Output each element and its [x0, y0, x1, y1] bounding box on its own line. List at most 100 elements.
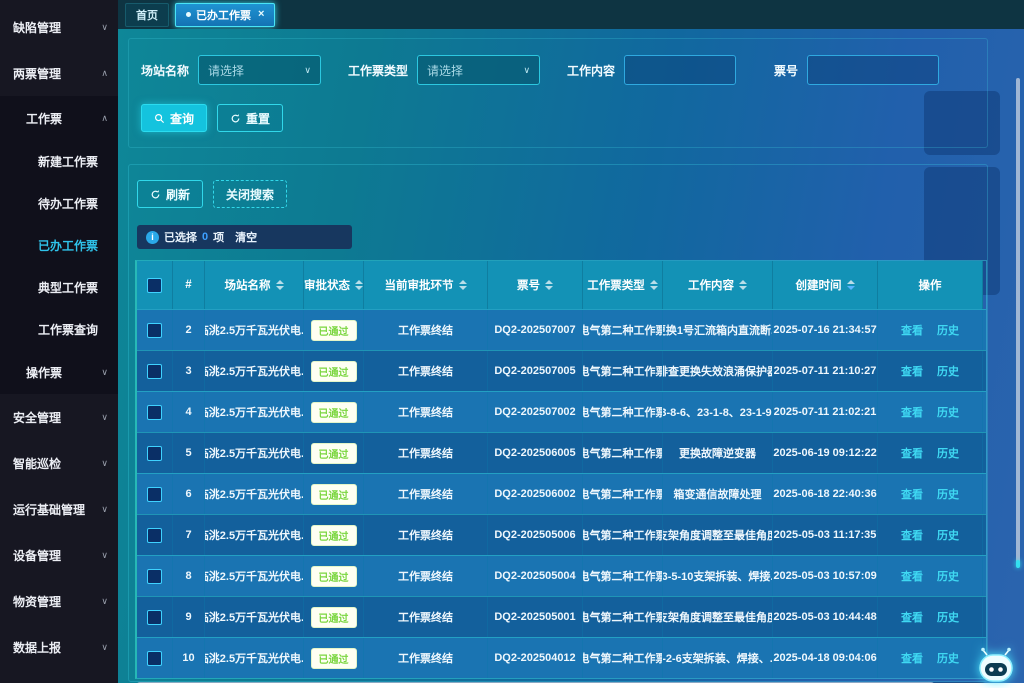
sidebar-item-设备管理[interactable]: 设备管理∨: [0, 532, 118, 578]
view-link[interactable]: 查看: [901, 445, 923, 461]
sidebar-item-数据上报[interactable]: 数据上报∨: [0, 624, 118, 670]
column-header-工作内容[interactable]: 工作内容: [663, 261, 773, 309]
history-link[interactable]: 历史: [937, 527, 959, 543]
sidebar-item-工作票[interactable]: 工作票∧: [0, 96, 118, 140]
row-index: 9: [173, 597, 205, 637]
history-link[interactable]: 历史: [937, 445, 959, 461]
sort-icon[interactable]: [650, 280, 658, 290]
status-badge: 已通过: [311, 484, 357, 505]
tab-dot-icon: [186, 12, 191, 17]
select-all-checkbox[interactable]: [147, 278, 162, 293]
column-header-审批状态[interactable]: 审批状态: [304, 261, 364, 309]
chevron-down-icon: ∨: [101, 367, 108, 378]
sidebar-item-安全管理[interactable]: 安全管理∨: [0, 394, 118, 440]
created-time: 2025-05-03 11:17:35: [773, 515, 878, 555]
sort-icon[interactable]: [355, 280, 363, 290]
status-badge: 已通过: [311, 648, 357, 669]
view-link[interactable]: 查看: [901, 650, 923, 666]
table-row[interactable]: 5临洮2.5万千瓦光伏电...已通过工作票终结DQ2-202506005电气第二…: [137, 432, 986, 473]
query-button[interactable]: 查询: [141, 104, 207, 132]
station-select[interactable]: 请选择 ∨: [198, 55, 321, 85]
ticket-type: 电气第二种工作票: [583, 310, 663, 350]
sidebar-item-新建工作票[interactable]: 新建工作票: [0, 140, 118, 182]
vertical-scrollbar-thumb[interactable]: [1016, 78, 1020, 566]
history-link[interactable]: 历史: [937, 609, 959, 625]
table-row[interactable]: 9临洮2.5万千瓦光伏电...已通过工作票终结DQ2-202505001电气第二…: [137, 596, 986, 637]
history-link[interactable]: 历史: [937, 568, 959, 584]
view-link[interactable]: 查看: [901, 363, 923, 379]
view-link[interactable]: 查看: [901, 404, 923, 420]
table-row[interactable]: 6临洮2.5万千瓦光伏电...已通过工作票终结DQ2-202506002电气第二…: [137, 473, 986, 514]
history-link[interactable]: 历史: [937, 322, 959, 338]
sort-icon[interactable]: [459, 280, 467, 290]
reset-button[interactable]: 重置: [217, 104, 283, 132]
view-link[interactable]: 查看: [901, 527, 923, 543]
table-row[interactable]: 4临洮2.5万千瓦光伏电...已通过工作票终结DQ2-202507002电气第二…: [137, 391, 986, 432]
ticket-number: DQ2-202506002: [488, 474, 583, 514]
row-checkbox[interactable]: [147, 405, 162, 420]
view-link[interactable]: 查看: [901, 486, 923, 502]
view-link[interactable]: 查看: [901, 609, 923, 625]
row-checkbox[interactable]: [147, 446, 162, 461]
history-link[interactable]: 历史: [937, 404, 959, 420]
selection-bar: i 已选择 0 项 清空: [137, 225, 352, 249]
table-header-row: #场站名称审批状态当前审批环节票号工作票类型工作内容创建时间操作: [137, 261, 986, 309]
column-header-创建时间[interactable]: 创建时间: [773, 261, 878, 309]
sidebar-item-智能巡检[interactable]: 智能巡检∨: [0, 440, 118, 486]
sidebar-item-工作票查询[interactable]: 工作票查询: [0, 308, 118, 350]
sidebar-item-操作票[interactable]: 操作票∨: [0, 350, 118, 394]
ticket-no-input[interactable]: [807, 55, 939, 85]
chevron-down-icon: ∨: [101, 504, 108, 515]
row-checkbox[interactable]: [147, 528, 162, 543]
row-index: 5: [173, 433, 205, 473]
row-checkbox[interactable]: [147, 487, 162, 502]
approval-step: 工作票终结: [364, 638, 488, 678]
column-header-票号[interactable]: 票号: [488, 261, 583, 309]
sort-icon[interactable]: [545, 280, 553, 290]
ticket-type: 电气第二种工作票: [583, 597, 663, 637]
sidebar-item-运行基础管理[interactable]: 运行基础管理∨: [0, 486, 118, 532]
table-row[interactable]: 10临洮2.5万千瓦光伏电...已通过工作票终结DQ2-202504012电气第…: [137, 637, 986, 678]
table-row[interactable]: 8临洮2.5万千瓦光伏电...已通过工作票终结DQ2-202505004电气第二…: [137, 555, 986, 596]
view-link[interactable]: 查看: [901, 568, 923, 584]
row-checkbox[interactable]: [147, 323, 162, 338]
clear-selection-link[interactable]: 清空: [235, 229, 257, 245]
work-content: 更换1号汇流箱内直流断...: [663, 310, 773, 350]
row-checkbox[interactable]: [147, 569, 162, 584]
column-header-工作票类型[interactable]: 工作票类型: [583, 261, 663, 309]
column-header-当前审批环节[interactable]: 当前审批环节: [364, 261, 488, 309]
sidebar-item-已办工作票[interactable]: 已办工作票: [0, 224, 118, 266]
ticket-type-select[interactable]: 请选择 ∨: [417, 55, 540, 85]
tab-首页[interactable]: 首页: [125, 3, 169, 27]
close-search-button[interactable]: 关闭搜索: [213, 180, 287, 208]
status-badge: 已通过: [311, 443, 357, 464]
view-link[interactable]: 查看: [901, 322, 923, 338]
table-row[interactable]: 2临洮2.5万千瓦光伏电...已通过工作票终结DQ2-202507007电气第二…: [137, 309, 986, 350]
vertical-scrollbar[interactable]: [1016, 78, 1020, 566]
column-header-场站名称[interactable]: 场站名称: [205, 261, 304, 309]
sidebar-item-两票管理[interactable]: 两票管理∧: [0, 50, 118, 96]
sidebar-item-缺陷管理[interactable]: 缺陷管理∨: [0, 4, 118, 50]
sidebar-item-典型工作票[interactable]: 典型工作票: [0, 266, 118, 308]
work-content-input[interactable]: [624, 55, 736, 85]
sort-icon[interactable]: [739, 280, 747, 290]
chevron-down-icon: ∨: [101, 458, 108, 469]
sort-icon[interactable]: [276, 280, 284, 290]
station-name: 临洮2.5万千瓦光伏电...: [205, 310, 304, 350]
sort-icon[interactable]: [847, 280, 855, 290]
station-name: 临洮2.5万千瓦光伏电...: [205, 433, 304, 473]
row-checkbox[interactable]: [147, 651, 162, 666]
table-row[interactable]: 7临洮2.5万千瓦光伏电...已通过工作票终结DQ2-202505006电气第二…: [137, 514, 986, 555]
tab-已办工作票[interactable]: 已办工作票×: [175, 3, 275, 27]
assistant-robot-icon[interactable]: [976, 647, 1016, 683]
table-row[interactable]: 3临洮2.5万千瓦光伏电...已通过工作票终结DQ2-202507005电气第二…: [137, 350, 986, 391]
history-link[interactable]: 历史: [937, 363, 959, 379]
history-link[interactable]: 历史: [937, 486, 959, 502]
history-link[interactable]: 历史: [937, 650, 959, 666]
refresh-button[interactable]: 刷新: [137, 180, 203, 208]
row-checkbox[interactable]: [147, 364, 162, 379]
sidebar-item-物资管理[interactable]: 物资管理∨: [0, 578, 118, 624]
sidebar-item-待办工作票[interactable]: 待办工作票: [0, 182, 118, 224]
row-checkbox[interactable]: [147, 610, 162, 625]
close-icon[interactable]: ×: [258, 9, 264, 20]
